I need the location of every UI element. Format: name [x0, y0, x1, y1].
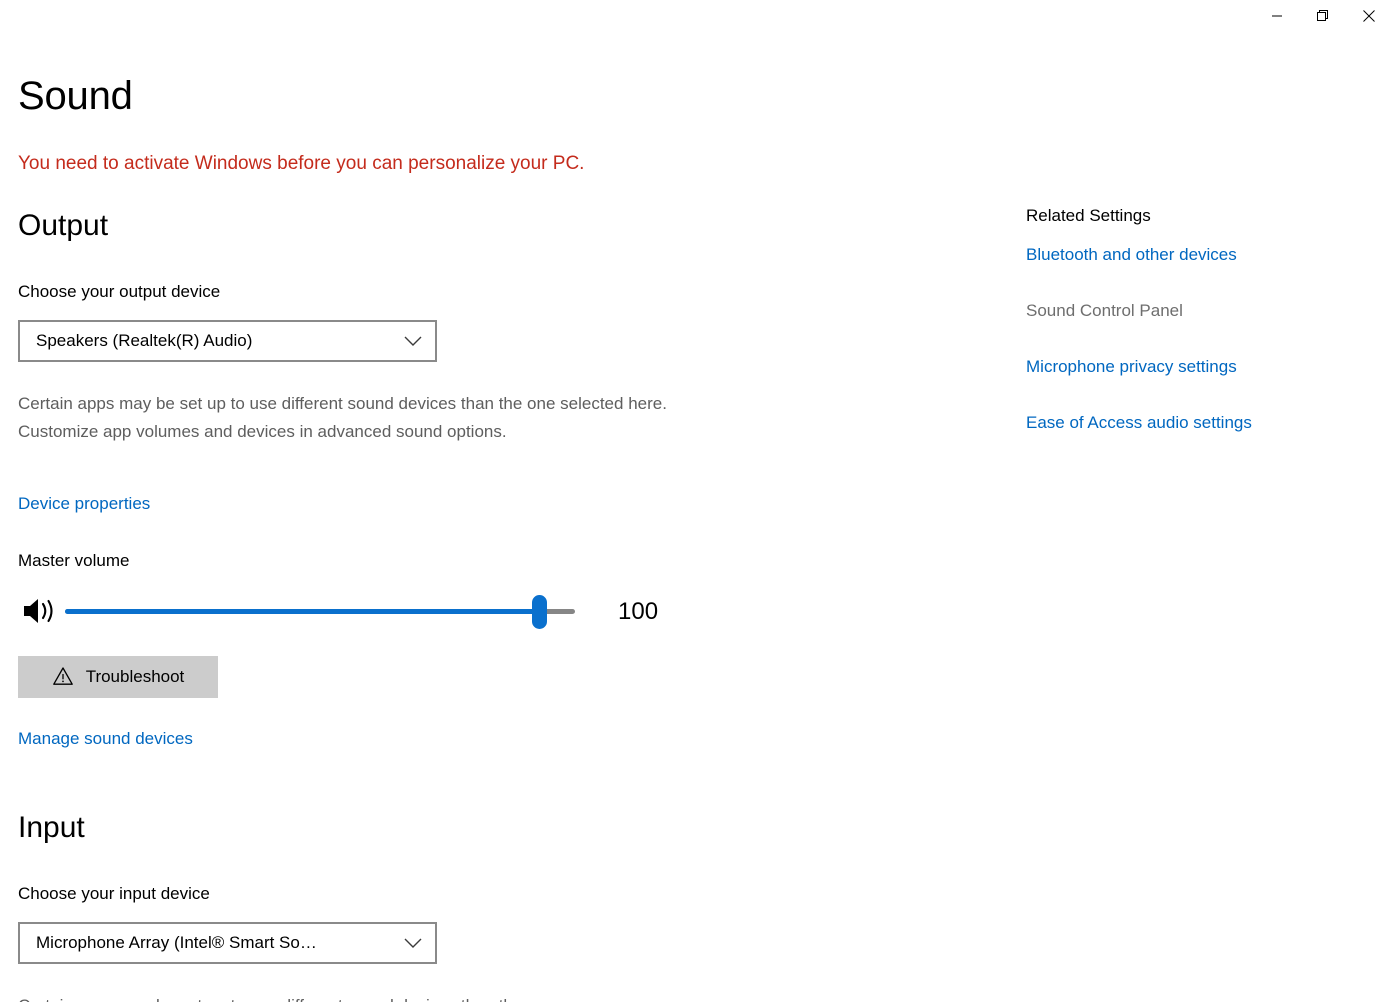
master-volume-slider[interactable]	[65, 588, 595, 636]
output-help-text: Certain apps may be set up to use differ…	[18, 394, 667, 442]
related-link-bluetooth[interactable]: Bluetooth and other devices	[1026, 244, 1366, 266]
output-device-label: Choose your output device	[18, 282, 221, 301]
slider-fill	[65, 609, 537, 614]
output-device-dropdown[interactable]: Speakers (Realtek(R) Audio)	[18, 320, 437, 362]
master-volume-label: Master volume	[18, 551, 130, 570]
speaker-volume-icon[interactable]	[20, 593, 60, 629]
troubleshoot-button[interactable]: Troubleshoot	[18, 656, 218, 698]
output-device-value: Speakers (Realtek(R) Audio)	[36, 330, 253, 350]
master-volume-row: 100	[18, 588, 678, 636]
activation-warning-text: You need to activate Windows before you …	[18, 153, 585, 174]
input-section-heading: Input	[18, 811, 85, 844]
input-help-text: Certain apps may be set up to use differ…	[18, 992, 690, 1002]
device-properties-link[interactable]: Device properties	[18, 493, 150, 515]
related-settings-title: Related Settings	[1026, 206, 1151, 225]
related-settings-panel: Related Settings Bluetooth and other dev…	[1026, 205, 1366, 468]
output-section-heading: Output	[18, 209, 109, 242]
slider-thumb[interactable]	[532, 595, 547, 629]
chevron-down-icon	[399, 336, 427, 347]
input-device-value: Microphone Array (Intel® Smart So…	[36, 932, 317, 952]
warning-triangle-icon	[52, 666, 74, 689]
master-volume-value: 100	[618, 598, 659, 625]
input-device-dropdown[interactable]: Microphone Array (Intel® Smart So…	[18, 922, 437, 964]
manage-sound-devices-link[interactable]: Manage sound devices	[18, 728, 193, 750]
troubleshoot-button-label: Troubleshoot	[85, 666, 185, 686]
settings-content: Sound You need to activate Windows befor…	[0, 0, 1392, 1002]
sound-settings-window: Sound You need to activate Windows befor…	[0, 0, 1392, 1002]
chevron-down-icon	[399, 938, 427, 949]
input-device-label: Choose your input device	[18, 884, 210, 903]
page-title: Sound	[18, 74, 133, 118]
related-link-ease-of-access-audio[interactable]: Ease of Access audio settings	[1026, 412, 1366, 434]
related-link-sound-control-panel[interactable]: Sound Control Panel	[1026, 300, 1366, 322]
related-link-microphone-privacy[interactable]: Microphone privacy settings	[1026, 356, 1366, 378]
